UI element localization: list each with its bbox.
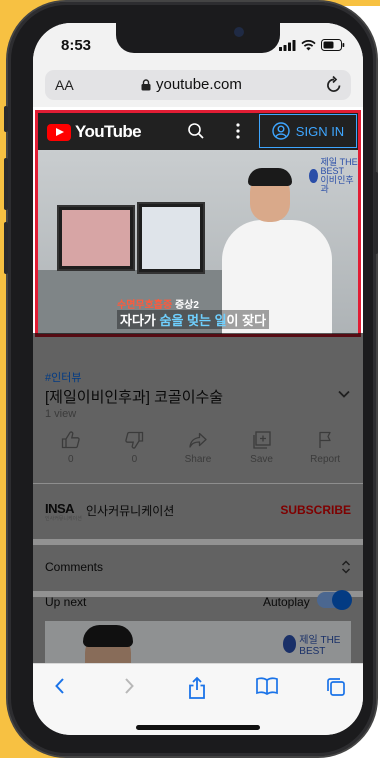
home-indicator[interactable]	[136, 725, 260, 730]
wifi-icon	[301, 39, 316, 50]
bookmarks-icon[interactable]	[255, 676, 279, 696]
video-caption-line2: 자다가 숨을 멎는 일이 잦다	[117, 310, 270, 329]
thumbnail-clinic-name: 제일 THE BEST	[299, 635, 341, 657]
view-count: 1 view	[45, 408, 77, 420]
up-next-thumbnail[interactable]: 제일 THE BEST	[45, 621, 351, 663]
dislike-button[interactable]: 0	[106, 431, 162, 475]
comments-section[interactable]: Comments	[33, 546, 363, 590]
chevron-down-icon[interactable]	[337, 389, 351, 399]
save-icon	[252, 431, 271, 449]
reader-options-button[interactable]: AA	[55, 77, 74, 93]
account-icon	[272, 122, 290, 140]
thumbnail-doctor-hair	[83, 625, 133, 647]
phone-screen: 8:53 AA youtube.com YouTube SIGN IN 제일 T…	[33, 23, 363, 735]
channel-name[interactable]: 인사커뮤니케이션	[86, 502, 174, 519]
share-icon	[189, 432, 207, 448]
like-count: 0	[68, 454, 74, 465]
video-actions: 0 0 Share Save Report	[33, 431, 363, 475]
caption2-part-d: 이 잦다	[226, 313, 267, 328]
clinic-logo: 제일 THE BEST 이비인후과	[309, 158, 359, 194]
mute-switch	[4, 106, 8, 132]
video-doctor-hair	[248, 168, 292, 186]
up-next-label: Up next	[45, 595, 87, 609]
autoplay-toggle-knob	[332, 590, 352, 610]
url-display[interactable]: youtube.com	[141, 76, 242, 93]
status-icons	[279, 39, 345, 51]
youtube-logo[interactable]: YouTube	[47, 122, 142, 142]
video-monitor-right	[137, 202, 205, 274]
share-sheet-icon[interactable]	[187, 676, 207, 700]
subscribe-button[interactable]: SUBSCRIBE	[280, 503, 351, 517]
volume-down-button	[4, 222, 8, 274]
share-label: Share	[184, 454, 212, 465]
share-button[interactable]: Share	[170, 431, 226, 475]
volume-up-button	[4, 158, 8, 210]
youtube-play-logo-icon	[47, 123, 71, 141]
channel-logo-text: INSA	[45, 501, 75, 516]
video-hashtag[interactable]: #인터뷰	[45, 369, 81, 385]
thumbnail-clinic-logo: 제일 THE BEST	[283, 631, 351, 657]
channel-logo-sub: 인사커뮤니케이션	[45, 516, 82, 522]
report-button[interactable]: Report	[297, 431, 353, 475]
youtube-wordmark: YouTube	[75, 122, 142, 141]
youtube-page: YouTube SIGN IN 제일 THE BEST 이비인후과 수면무호흡증…	[33, 107, 363, 663]
url-text: youtube.com	[156, 76, 242, 93]
back-icon[interactable]	[53, 676, 67, 696]
thumbnail-clinic-logo-icon	[283, 635, 297, 653]
power-button	[374, 172, 378, 254]
video-caption-line1: 수면무호흡증 증상2	[117, 296, 199, 311]
save-label: Save	[250, 454, 273, 465]
tabs-icon[interactable]	[325, 676, 347, 698]
address-bar[interactable]: AA youtube.com	[45, 70, 351, 100]
caption2-part-b: 숨을 멎는	[159, 313, 215, 328]
youtube-header: YouTube SIGN IN	[37, 112, 359, 150]
lock-icon	[141, 78, 151, 90]
status-time: 8:53	[61, 37, 92, 54]
search-icon[interactable]	[187, 122, 205, 140]
autoplay-toggle[interactable]	[317, 590, 352, 610]
video-title: [제일이비인후과] 코골이수술	[45, 389, 224, 406]
front-camera-icon	[234, 27, 244, 37]
sign-in-button[interactable]: SIGN IN	[259, 114, 357, 148]
autoplay-label: Autoplay	[263, 595, 310, 609]
flag-icon	[319, 431, 331, 448]
video-player[interactable]: 제일 THE BEST 이비인후과 수면무호흡증 증상2 자다가 숨을 멎는 일…	[37, 150, 359, 334]
report-label: Report	[310, 454, 341, 465]
comments-label: Comments	[45, 560, 104, 574]
cellular-signal-icon	[279, 39, 296, 51]
expand-collapse-icon[interactable]	[341, 560, 351, 574]
caption2-part-c: 일	[214, 313, 227, 328]
caption2-part-a: 자다가	[120, 313, 160, 328]
sign-in-label: SIGN IN	[295, 123, 345, 139]
more-options-icon[interactable]	[235, 122, 241, 140]
thumb-down-icon	[125, 431, 144, 449]
forward-icon[interactable]	[122, 676, 136, 696]
dislike-count: 0	[131, 454, 138, 465]
like-button[interactable]: 0	[43, 431, 99, 475]
divider	[33, 483, 363, 484]
reload-icon[interactable]	[325, 75, 343, 95]
video-monitor-left	[57, 205, 135, 271]
channel-row[interactable]: INSA 인사커뮤니케이션 인사커뮤니케이션 SUBSCRIBE	[33, 490, 363, 538]
section-divider	[33, 539, 363, 545]
clinic-logo-icon	[309, 169, 318, 183]
save-button[interactable]: Save	[234, 431, 290, 475]
battery-icon	[321, 39, 345, 51]
channel-logo[interactable]: INSA	[45, 501, 75, 516]
clinic-logo-sub: 이비인후과	[320, 175, 354, 194]
thumb-up-icon	[61, 431, 80, 449]
camera-notch	[116, 23, 280, 53]
clinic-logo-name: 제일 THE BEST	[320, 157, 358, 176]
